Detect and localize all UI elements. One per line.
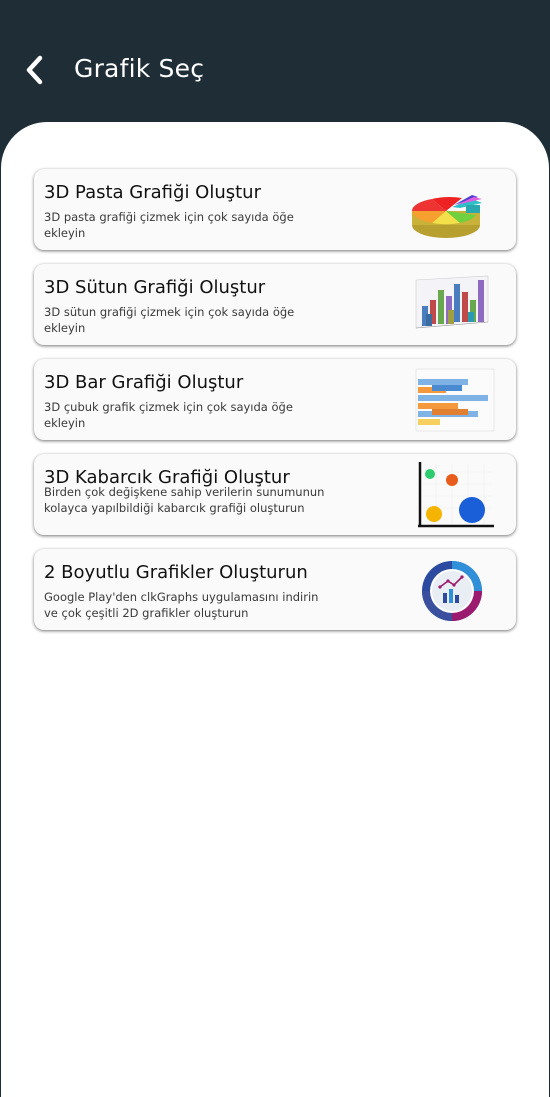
card-bubble[interactable]: 3D Kabarcık Grafiği Oluştur Birden çok d… xyxy=(34,454,516,535)
chevron-left-icon xyxy=(26,55,43,85)
card-description: 3D sütun grafiği çizmek için çok sayıda … xyxy=(44,305,295,335)
card-3d-column[interactable]: 3D Sütun Grafiği Oluştur 3D sütun grafiğ… xyxy=(34,264,516,345)
card-title: 2 Boyutlu Grafikler Oluşturun xyxy=(44,562,308,583)
card-3d-pie[interactable]: 3D Pasta Grafiği Oluştur 3D pasta grafiğ… xyxy=(34,169,516,250)
card-description: Google Play'den clkGraphs uygulamasını i… xyxy=(44,590,319,620)
card-description: Birden çok değişkene sahip verilerin sun… xyxy=(44,485,325,515)
card-2d-clkgraphs[interactable]: 2 Boyutlu Grafikler Oluşturun Google Pla… xyxy=(34,549,516,630)
column-chart-3d-icon xyxy=(415,275,489,329)
page-title: Grafik Seç xyxy=(74,54,205,83)
pie-chart-3d-icon xyxy=(411,195,482,238)
card-description: 3D pasta grafiği çizmek için çok sayıda … xyxy=(44,210,294,240)
app-bar: Grafik Seç xyxy=(0,0,550,140)
card-title: 3D Pasta Grafiği Oluştur xyxy=(44,182,261,203)
content-sheet: 3D Pasta Grafiği Oluştur 3D pasta grafiğ… xyxy=(1,122,549,1097)
bar-chart-3d-icon xyxy=(415,368,495,432)
card-3d-bar[interactable]: 3D Bar Grafiği Oluştur 3D çubuk grafik ç… xyxy=(34,359,516,440)
card-title: 3D Sütun Grafiği Oluştur xyxy=(44,277,266,298)
clkgraphs-app-icon xyxy=(422,561,482,621)
card-description: 3D çubuk grafik çizmek için çok sayıda ö… xyxy=(44,400,293,430)
card-title: 3D Bar Grafiği Oluştur xyxy=(44,372,244,393)
back-button[interactable] xyxy=(22,54,52,86)
bubble-chart-icon xyxy=(418,462,494,528)
